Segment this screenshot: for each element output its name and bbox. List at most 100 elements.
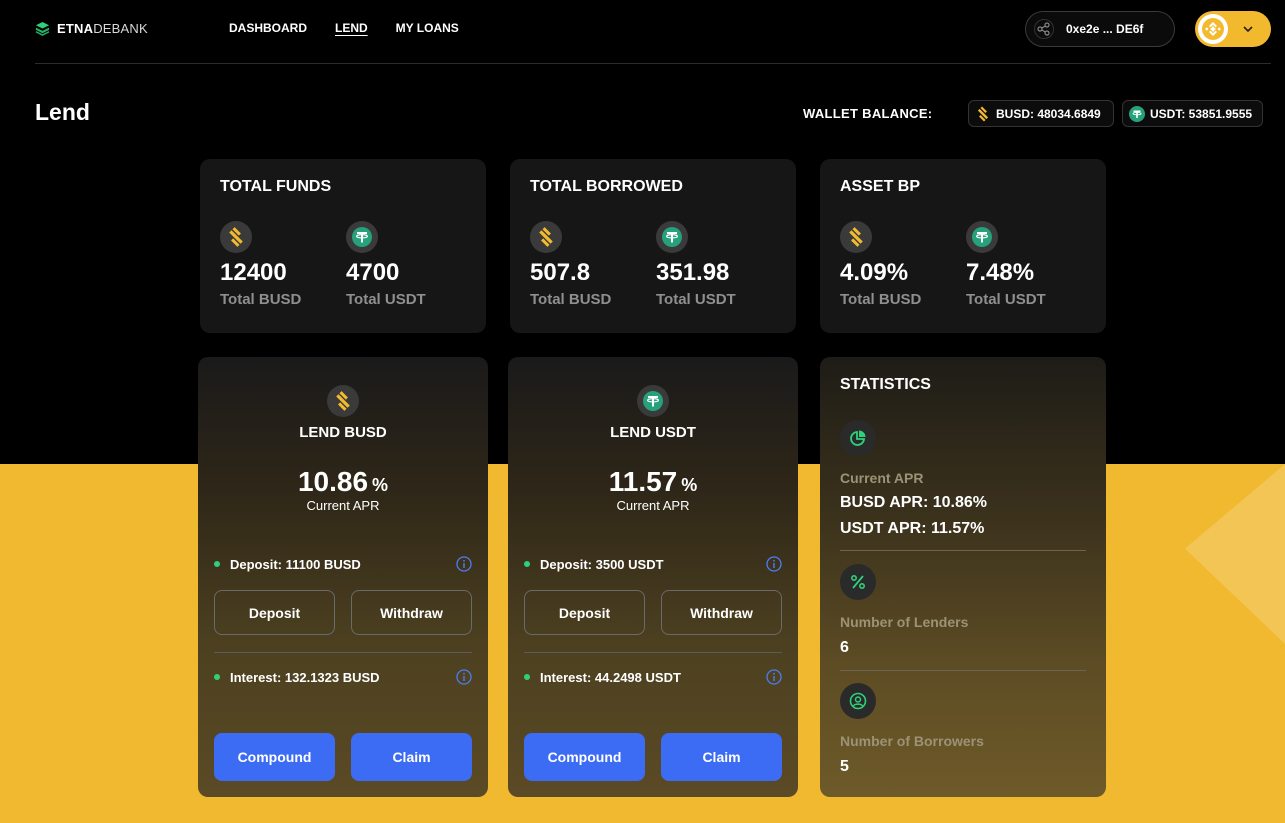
busd-icon: [840, 221, 872, 253]
total-funds-card: TOTAL FUNDS 12400 Total BUSD 4700 Total …: [200, 159, 486, 333]
network-selector[interactable]: [1195, 11, 1271, 47]
busd-balance: BUSD: 48034.6849: [996, 106, 1101, 121]
top-header: ETNADEBANK DASHBOARD LEND MY LOANS 0xe2e…: [0, 0, 1285, 64]
card-title: ASSET BP: [840, 178, 921, 195]
main-nav: DASHBOARD LEND MY LOANS: [229, 21, 459, 35]
info-icon[interactable]: [456, 669, 472, 685]
info-icon[interactable]: [456, 556, 472, 572]
status-dot: [524, 674, 530, 680]
deposit-amount: Deposit: 3500 USDT: [540, 556, 664, 572]
busd-icon: [530, 221, 562, 253]
logo-icon: [35, 21, 50, 36]
metric-value: 4700: [346, 259, 400, 286]
usdt-icon: [346, 221, 378, 253]
usdt-icon: [656, 221, 688, 253]
info-icon[interactable]: [766, 556, 782, 572]
deposit-button[interactable]: Deposit: [214, 590, 335, 635]
statistics-title: STATISTICS: [840, 376, 931, 393]
busd-icon: [327, 385, 359, 417]
interest-row: Interest: 44.2498 USDT: [524, 669, 782, 685]
interest-amount: Interest: 132.1323 BUSD: [230, 669, 380, 685]
metric-value: 7.48%: [966, 259, 1035, 286]
divider: [524, 652, 782, 653]
usdt-balance: USDT: 53851.9555: [1150, 106, 1253, 121]
metric-label: Total BUSD: [840, 291, 922, 308]
busd-apr: BUSD APR: 10.86%: [840, 494, 988, 511]
lenders-value: 6: [840, 639, 849, 656]
metric-busd: 12400 Total BUSD: [220, 221, 340, 308]
interest-row: Interest: 132.1323 BUSD: [214, 669, 472, 685]
claim-button[interactable]: Claim: [661, 733, 782, 781]
metric-label: Total BUSD: [530, 291, 612, 308]
metric-usdt: 351.98 Total USDT: [656, 221, 776, 308]
lend-usdt-card: LEND USDT 11.57% Current APR Deposit: 35…: [508, 357, 798, 797]
wallet-balance-label: WALLET BALANCE:: [803, 106, 933, 121]
usdt-balance-chip: USDT: 53851.9555: [1122, 100, 1263, 127]
wallet-address-button[interactable]: 0xe2e ... DE6f: [1025, 11, 1175, 47]
page-title: Lend: [35, 99, 90, 125]
card-title: TOTAL FUNDS: [220, 178, 332, 195]
statistics-card: STATISTICS Current APR BUSD APR: 10.86% …: [820, 357, 1106, 797]
lend-title: LEND USDT: [610, 424, 696, 441]
apr-label: Current APR: [616, 498, 690, 513]
deposit-row: Deposit: 11100 BUSD: [214, 556, 472, 572]
card-title: TOTAL BORROWED: [530, 178, 683, 195]
claim-button[interactable]: Claim: [351, 733, 472, 781]
logo-text: ETNADEBANK: [57, 21, 148, 36]
metric-value: 12400: [220, 259, 287, 286]
withdraw-button[interactable]: Withdraw: [351, 590, 472, 635]
lenders-label: Number of Lenders: [840, 614, 969, 630]
metric-value: 4.09%: [840, 259, 909, 286]
asset-bp-card: ASSET BP 4.09% Total BUSD 7.48% Total US…: [820, 159, 1106, 333]
usdt-apr: USDT APR: 11.57%: [840, 520, 985, 537]
lend-title: LEND BUSD: [299, 424, 387, 441]
nav-my-loans[interactable]: MY LOANS: [396, 21, 459, 35]
interest-amount: Interest: 44.2498 USDT: [540, 669, 681, 685]
percent-icon: [840, 564, 876, 600]
apr-label: Current APR: [306, 498, 380, 513]
metric-busd: 4.09% Total BUSD: [840, 221, 960, 308]
nav-lend[interactable]: LEND: [335, 21, 368, 35]
info-icon[interactable]: [766, 669, 782, 685]
metric-label: Total USDT: [346, 291, 426, 308]
user-icon: [840, 683, 876, 719]
divider: [840, 670, 1086, 671]
deposit-row: Deposit: 3500 USDT: [524, 556, 782, 572]
metric-label: Total USDT: [966, 291, 1046, 308]
status-dot: [214, 674, 220, 680]
deposit-button[interactable]: Deposit: [524, 590, 645, 635]
borrowers-label: Number of Borrowers: [840, 733, 984, 749]
current-apr-label: Current APR: [840, 470, 924, 486]
bnb-icon: [1198, 14, 1228, 44]
logo[interactable]: ETNADEBANK: [35, 21, 148, 36]
usdt-icon: [637, 385, 669, 417]
connect-icon: [1034, 19, 1054, 39]
chevron-down-icon: [1243, 26, 1253, 33]
nav-dashboard[interactable]: DASHBOARD: [229, 21, 307, 35]
metric-usdt: 7.48% Total USDT: [966, 221, 1086, 308]
status-dot: [524, 561, 530, 567]
metric-label: Total BUSD: [220, 291, 302, 308]
metric-busd: 507.8 Total BUSD: [530, 221, 650, 308]
busd-icon: [220, 221, 252, 253]
withdraw-button[interactable]: Withdraw: [661, 590, 782, 635]
borrowers-value: 5: [840, 758, 849, 775]
status-dot: [214, 561, 220, 567]
busd-icon: [975, 106, 991, 122]
metric-value: 507.8: [530, 259, 591, 286]
compound-button[interactable]: Compound: [524, 733, 645, 781]
divider: [214, 652, 472, 653]
apr-value: 11.57%: [608, 466, 698, 497]
busd-balance-chip: BUSD: 48034.6849: [968, 100, 1114, 127]
compound-button[interactable]: Compound: [214, 733, 335, 781]
divider: [840, 550, 1086, 551]
metric-usdt: 4700 Total USDT: [346, 221, 466, 308]
lend-busd-card: LEND BUSD 10.86% Current APR Deposit: 11…: [198, 357, 488, 797]
apr-value: 10.86%: [297, 466, 389, 497]
wallet-address: 0xe2e ... DE6f: [1066, 22, 1144, 36]
total-borrowed-card: TOTAL BORROWED 507.8 Total BUSD 351.98 T…: [510, 159, 796, 333]
header-divider: [35, 63, 1271, 64]
metric-label: Total USDT: [656, 291, 736, 308]
metric-value: 351.98: [656, 259, 730, 286]
pie-chart-icon: [840, 420, 876, 456]
